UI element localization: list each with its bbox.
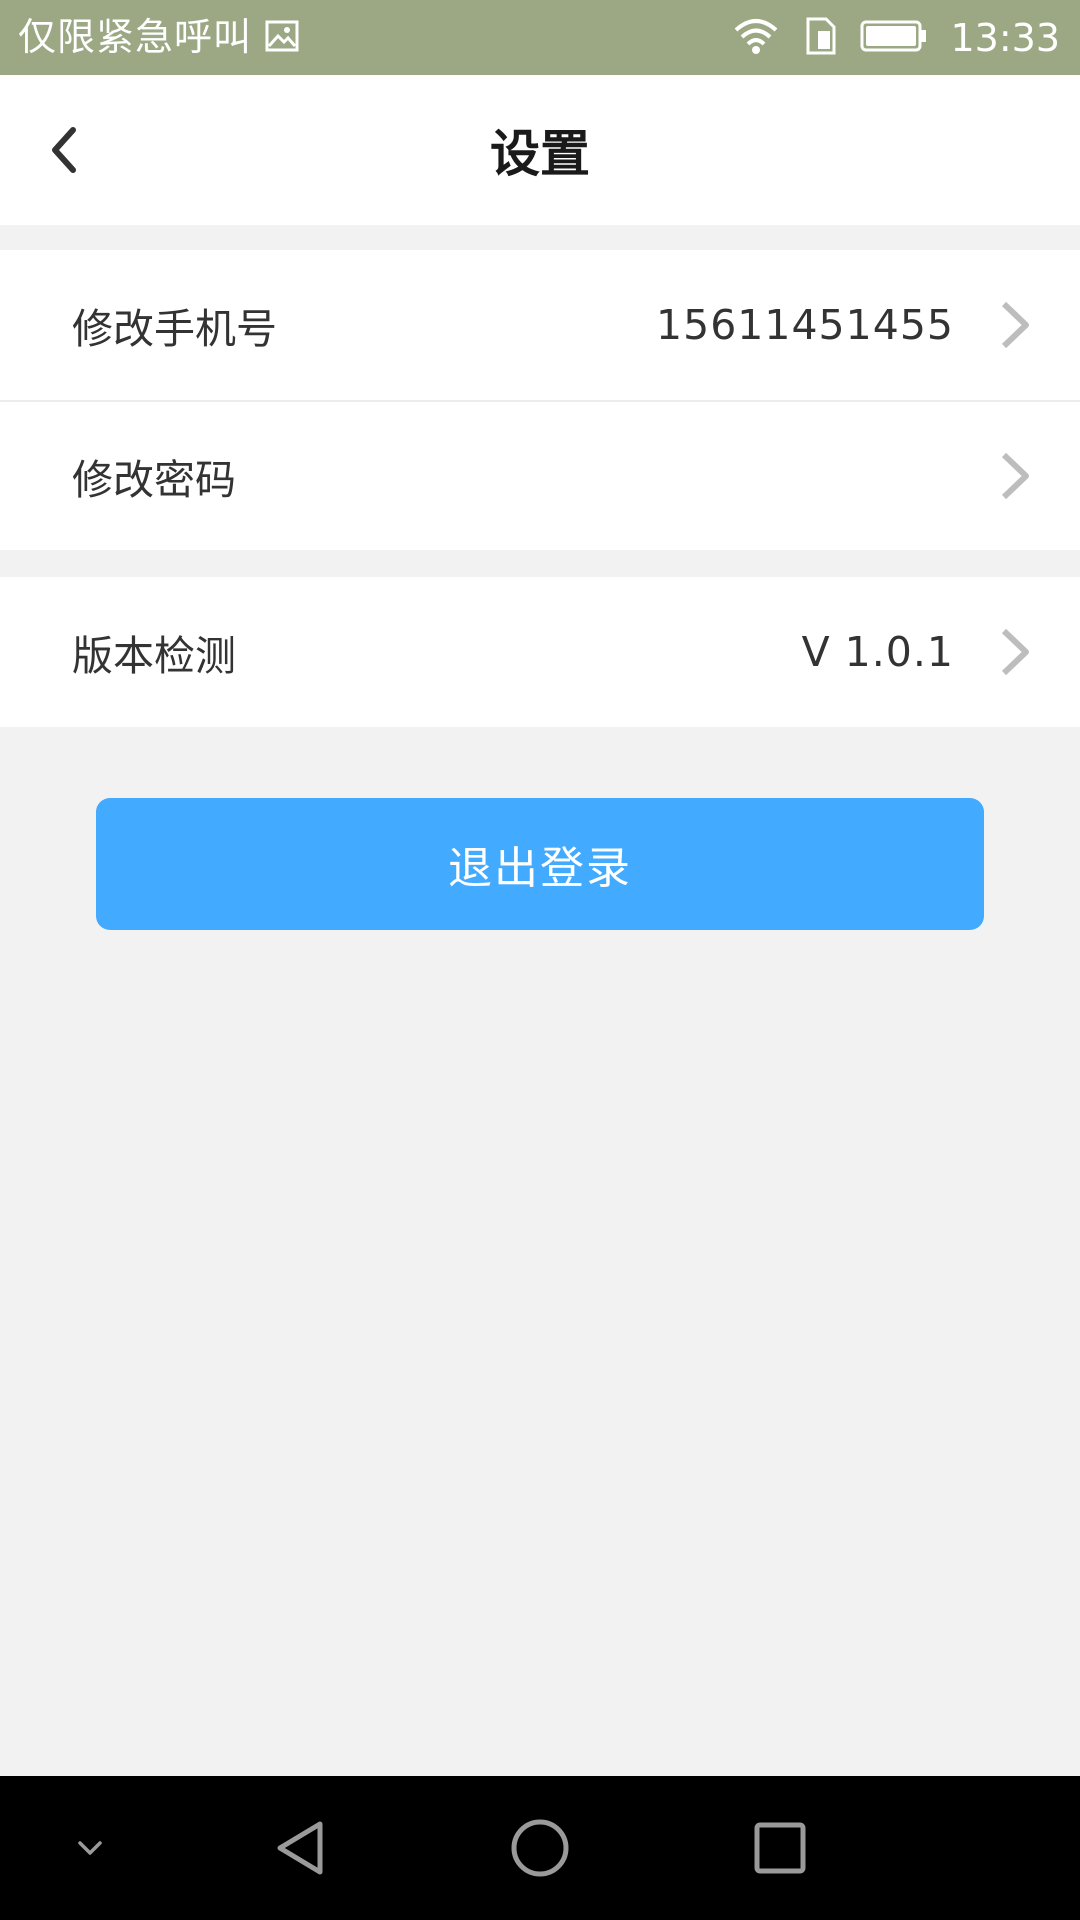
home-circle-icon[interactable] (490, 1776, 590, 1920)
logout-button[interactable]: 退出登录 (96, 798, 984, 930)
settings-item-version-check[interactable]: 版本检测 V 1.0.1 (0, 577, 1080, 727)
version-value: V 1.0.1 (801, 628, 954, 676)
settings-item-change-password[interactable]: 修改密码 (0, 400, 1080, 550)
image-icon (264, 18, 300, 58)
recents-square-icon[interactable] (730, 1776, 830, 1920)
settings-item-change-phone[interactable]: 修改手机号 15611451455 (0, 250, 1080, 400)
back-button[interactable] (30, 115, 100, 185)
chevron-right-icon (996, 625, 1032, 679)
carrier-status-text: 仅限紧急呼叫 (18, 15, 253, 59)
chevron-right-icon (996, 298, 1032, 352)
system-nav-bar (0, 1776, 1080, 1920)
chevron-down-icon[interactable] (60, 1776, 120, 1920)
chevron-left-icon (52, 127, 76, 173)
status-bar: 仅限紧急呼叫 13:33 (0, 0, 1080, 75)
settings-item-label: 修改手机号 (72, 305, 277, 353)
battery-icon (860, 18, 928, 58)
wifi-icon (732, 16, 780, 60)
chevron-right-icon (996, 449, 1032, 503)
back-triangle-icon[interactable] (250, 1776, 350, 1920)
settings-item-label: 修改密码 (72, 456, 236, 504)
app-header: 设置 (0, 75, 1080, 225)
settings-group-app: 版本检测 V 1.0.1 (0, 577, 1080, 727)
sim-icon (802, 15, 838, 61)
settings-group-account: 修改手机号 15611451455 修改密码 (0, 250, 1080, 550)
settings-item-label: 版本检测 (72, 632, 236, 680)
status-time: 13:33 (950, 15, 1060, 60)
page-title: 设置 (490, 125, 590, 183)
phone-number-value: 15611451455 (656, 301, 954, 349)
